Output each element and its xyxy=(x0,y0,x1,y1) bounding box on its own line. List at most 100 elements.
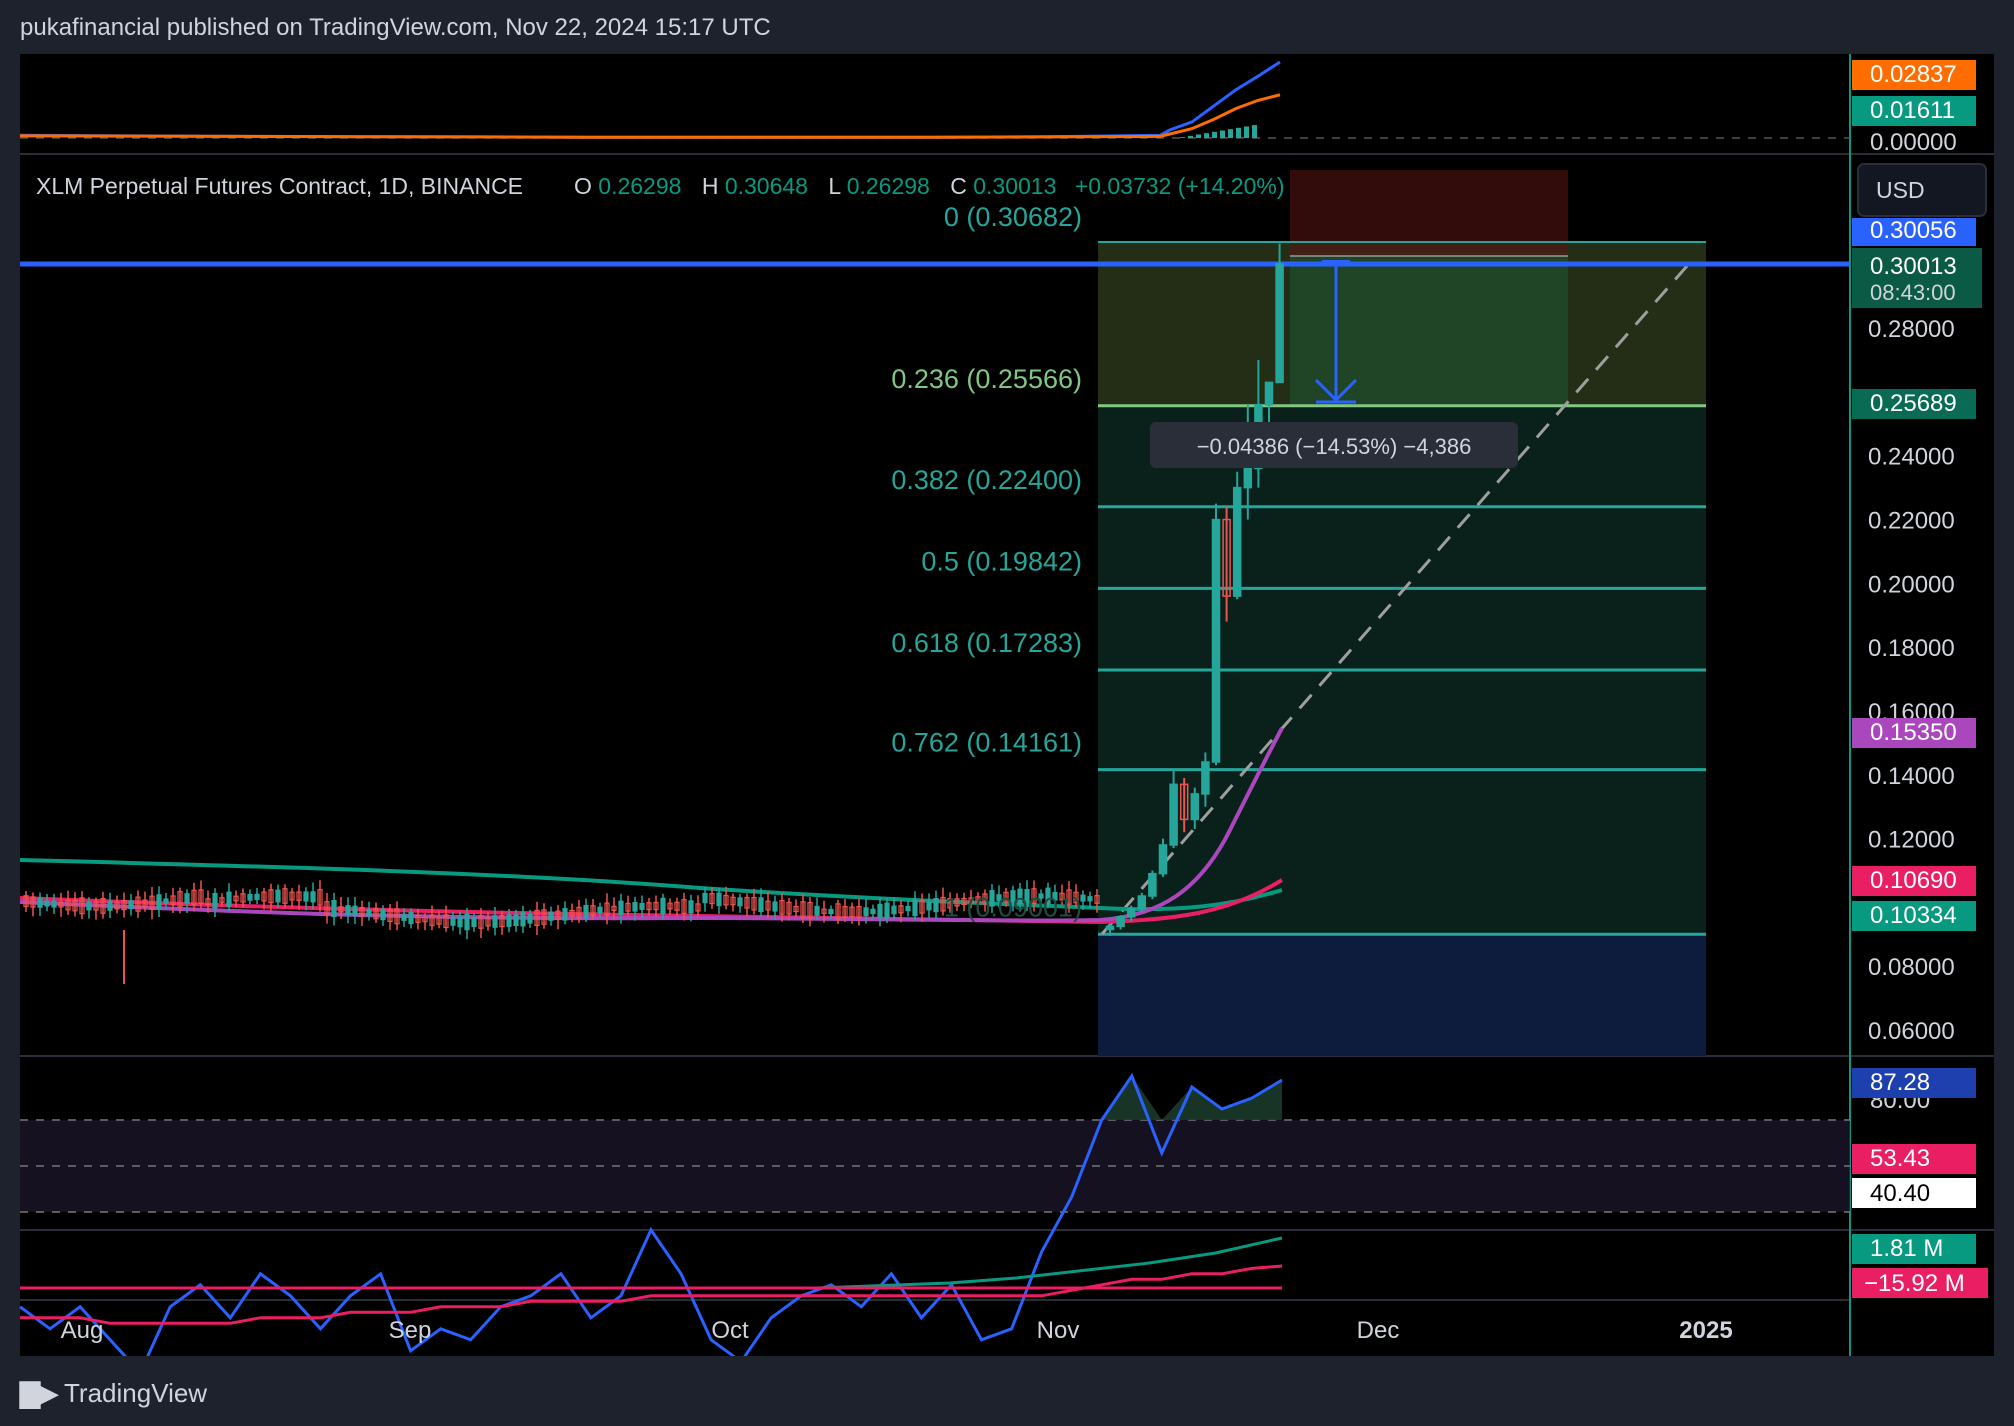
chart-svg[interactable]: −0.04386 (−14.53%) −4,386 XLM Perpetual … xyxy=(0,0,2014,1426)
histogram-bar xyxy=(1220,130,1225,138)
candle-body xyxy=(688,900,694,914)
time-axis-label: Nov xyxy=(1037,1317,1080,1344)
candle-body xyxy=(1169,783,1178,846)
candle-body xyxy=(1243,467,1253,489)
rsi-pane xyxy=(19,1072,1850,1376)
candle-body xyxy=(884,902,890,919)
price-axis-label: 0.06000 xyxy=(1868,1018,1955,1045)
candle-body xyxy=(492,915,498,928)
candle-body xyxy=(184,893,190,904)
legend-l-value: 0.26298 xyxy=(847,173,930,199)
candle-body xyxy=(548,911,554,921)
fib-label: 0.236 (0.25566) xyxy=(891,364,1082,394)
oscillator-histogram xyxy=(1180,125,1257,138)
short-position-stop-zone[interactable] xyxy=(1290,170,1568,256)
candle-body xyxy=(44,900,50,907)
vf-tag-teal: 1.81 M xyxy=(1870,1235,1943,1262)
fib-label: 0.618 (0.17283) xyxy=(891,628,1082,658)
histogram-bar xyxy=(1236,127,1241,138)
candle-body xyxy=(275,889,281,903)
candle-body xyxy=(303,891,309,902)
candle-body xyxy=(408,912,414,925)
candle-body xyxy=(212,893,218,909)
price-tag-fib236: 0.25689 xyxy=(1870,390,1957,417)
price-axis-label: 0.24000 xyxy=(1868,444,1955,471)
fib-zone-below xyxy=(1098,936,1706,1056)
candle-body xyxy=(1137,895,1147,910)
time-axis-label: 2025 xyxy=(1679,1317,1732,1344)
candle-body xyxy=(464,913,470,931)
candle-body xyxy=(1105,925,1115,931)
price-tag-countdown: 08:43:00 xyxy=(1870,280,1956,305)
candles-history xyxy=(23,880,1100,984)
osc-axis-zero: 0.00000 xyxy=(1870,129,1957,156)
candle-body xyxy=(37,897,43,908)
legend-h-value: 0.30648 xyxy=(725,173,808,199)
price-axis-label: 0.12000 xyxy=(1868,827,1955,854)
candle-body xyxy=(506,914,512,927)
price-tag-purple-ma: 0.15350 xyxy=(1870,719,1957,746)
histogram-bar xyxy=(1196,134,1201,138)
candle-body xyxy=(597,906,603,914)
price-tags: 0.30056 0.3001308:43:00 0.25689 0.15350 0.10… xyxy=(1852,60,1988,1298)
legend-c-label: C xyxy=(950,173,967,199)
candle-body xyxy=(632,901,638,912)
candle-body xyxy=(891,905,897,915)
price-axis-label: 0.20000 xyxy=(1868,571,1955,598)
legend-l-label: L xyxy=(828,173,841,199)
candle-body xyxy=(933,898,939,913)
tradingview-logo-icon: ▇▶ xyxy=(20,1378,58,1408)
candle-body xyxy=(870,908,876,915)
price-axis[interactable]: 0.280000.240000.220000.200000.180000.160… xyxy=(1868,316,1955,1045)
legend-h-label: H xyxy=(702,173,719,199)
candle-body xyxy=(352,905,358,917)
candle-body xyxy=(1201,761,1210,795)
time-axis-label: Oct xyxy=(711,1317,749,1344)
short-position-target-zone[interactable] xyxy=(1290,256,1568,406)
oscillator-line-orange xyxy=(19,93,1281,139)
vf-tag-pink: −15.92 M xyxy=(1864,1270,1965,1297)
candle-body xyxy=(128,900,134,910)
currency-button-label: USD xyxy=(1876,177,1925,203)
candle-body xyxy=(86,901,92,911)
price-axis-label: 0.08000 xyxy=(1868,954,1955,981)
candle-body xyxy=(380,908,386,921)
price-axis-label: 0.14000 xyxy=(1868,763,1955,790)
legend-symbol: XLM Perpetual Futures Contract, 1D, BINA… xyxy=(36,173,523,199)
fib-labels: 0 (0.30682) 0.236 (0.25566) 0.382 (0.22400… xyxy=(891,202,1082,922)
histogram-bar xyxy=(1188,135,1193,138)
legend-o-label: O xyxy=(574,173,592,199)
price-axis-label: 0.28000 xyxy=(1868,316,1955,343)
legend-change: +0.03732 (+14.20%) xyxy=(1075,173,1285,199)
histogram-bar xyxy=(1180,137,1185,138)
histogram-bar xyxy=(1212,131,1217,138)
candle-body xyxy=(1211,518,1221,763)
moving-average-teal xyxy=(19,858,1283,912)
price-axis-label: 0.22000 xyxy=(1868,508,1955,535)
candle-body xyxy=(562,908,568,921)
candle-body xyxy=(877,903,883,919)
osc-tag-orange: 0.02837 xyxy=(1870,61,1957,88)
candle-body xyxy=(863,907,869,917)
candle-body xyxy=(618,900,624,915)
candle-body xyxy=(51,900,57,908)
price-tag-fib0: 0.30056 xyxy=(1870,217,1957,244)
candle-body xyxy=(1116,915,1125,928)
candle-body xyxy=(1158,844,1168,875)
price-tag-last: 0.30013 xyxy=(1870,253,1957,280)
candle-body xyxy=(156,894,162,910)
fib-label: 1 (0.09001) xyxy=(944,892,1082,922)
oscillator-top-pane xyxy=(19,60,1850,139)
candle-body xyxy=(1275,263,1284,384)
main-price-pane[interactable]: −0.04386 (−14.53%) −4,386 XLM Perpetual … xyxy=(19,170,1850,1056)
fib-label: 0.382 (0.22400) xyxy=(891,465,1082,495)
candle-body xyxy=(1190,793,1200,821)
legend-ohlc: O 0.26298 H 0.30648 L 0.26298 C 0.30013 … xyxy=(574,173,1285,199)
candle-body xyxy=(1087,896,1093,902)
fib-label: 0.762 (0.14161) xyxy=(891,728,1082,758)
histogram-bar xyxy=(1244,126,1249,138)
histogram-bar xyxy=(1228,129,1233,138)
candle-body xyxy=(1148,872,1157,897)
price-tag-teal-ma: 0.10334 xyxy=(1870,902,1957,929)
tradingview-logo[interactable]: ▇▶ TradingView xyxy=(20,1378,207,1409)
